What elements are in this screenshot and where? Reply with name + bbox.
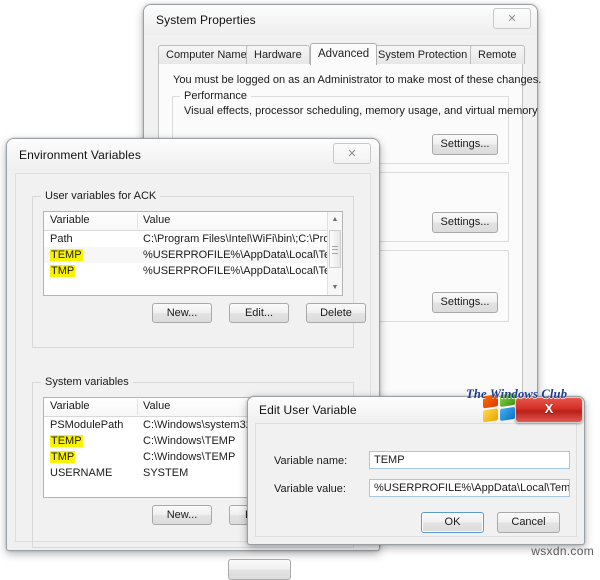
user-variables-header: Variable Value <box>44 212 342 231</box>
highlighted-text: TMP <box>50 265 76 277</box>
user-delete-button[interactable]: Delete <box>306 303 366 323</box>
tab-advanced[interactable]: Advanced <box>310 43 378 65</box>
variable-name: TEMP <box>50 247 83 263</box>
tab-computer-name[interactable]: Computer Name <box>158 45 255 64</box>
column-header-variable[interactable]: Variable <box>50 214 90 226</box>
column-header-value[interactable]: Value <box>143 400 170 412</box>
footer-watermark: wsxdn.com <box>531 544 594 558</box>
edit-user-variable-panel: Variable name: TEMP Variable value: %USE… <box>255 423 577 537</box>
cancel-button[interactable]: Cancel <box>497 512 560 533</box>
user-variables-group: User variables for ACK Variable Value Pa… <box>32 190 366 348</box>
tab-hardware[interactable]: Hardware <box>246 45 310 64</box>
scroll-up-icon[interactable]: ▲ <box>328 213 342 226</box>
performance-group-label: Performance <box>180 90 251 102</box>
variable-value: SYSTEM <box>143 467 189 479</box>
scrollbar-grip <box>332 246 338 254</box>
variable-value-input[interactable]: %USERPROFILE%\AppData\Local\Temp <box>369 479 570 497</box>
system-properties-titlebar[interactable]: System Properties ✕ <box>144 5 537 35</box>
variable-name: PSModulePath <box>50 419 124 431</box>
startup-recovery-settings-button[interactable]: Settings... <box>432 292 498 313</box>
user-profiles-settings-button[interactable]: Settings... <box>432 212 498 233</box>
variable-value: C:\Program Files\Intel\WiFi\bin\;C:\Prog… <box>143 233 343 245</box>
variable-name: TMP <box>50 449 76 465</box>
environment-variables-title: Environment Variables <box>19 148 141 162</box>
column-divider <box>137 399 138 415</box>
variable-name: USERNAME <box>50 467 113 479</box>
variable-name-input[interactable]: TEMP <box>369 451 570 469</box>
table-row[interactable]: Path C:\Program Files\Intel\WiFi\bin\;C:… <box>44 231 342 247</box>
administrator-note: You must be logged on as an Administrato… <box>173 74 542 86</box>
column-header-value[interactable]: Value <box>143 214 170 226</box>
variable-name: TMP <box>50 263 76 279</box>
close-icon[interactable]: ✕ <box>333 143 371 164</box>
variable-name: Path <box>50 233 73 245</box>
variable-value: %USERPROFILE%\AppData\Local\Temp <box>143 249 343 261</box>
scrollbar-thumb[interactable] <box>329 230 341 268</box>
column-divider <box>137 213 138 229</box>
scroll-down-icon[interactable]: ▼ <box>328 281 342 294</box>
user-variables-rows: Path C:\Program Files\Intel\WiFi\bin\;C:… <box>44 231 342 279</box>
performance-settings-button[interactable]: Settings... <box>432 134 498 155</box>
tab-remote[interactable]: Remote <box>470 45 525 64</box>
user-variables-listview[interactable]: Variable Value Path C:\Program Files\Int… <box>43 211 343 296</box>
table-row[interactable]: TEMP %USERPROFILE%\AppData\Local\Temp <box>44 247 342 263</box>
column-header-variable[interactable]: Variable <box>50 400 90 412</box>
edit-user-variable-titlebar[interactable]: Edit User Variable <box>248 397 584 422</box>
highlighted-text: TMP <box>50 451 76 463</box>
edit-user-variable-window: Edit User Variable Variable name: TEMP V… <box>247 396 585 545</box>
user-edit-button[interactable]: Edit... <box>229 303 289 323</box>
environment-variables-ok-button[interactable] <box>228 559 291 580</box>
tab-system-protection[interactable]: System Protection <box>370 45 476 64</box>
user-variables-group-label: User variables for ACK <box>41 190 161 202</box>
performance-group-description: Visual effects, processor scheduling, me… <box>184 105 538 117</box>
system-properties-title: System Properties <box>156 13 256 27</box>
system-variables-group-label: System variables <box>41 376 133 388</box>
variable-value-label: Variable value: <box>274 483 346 495</box>
highlighted-text: TEMP <box>50 435 83 447</box>
close-icon[interactable]: ✕ <box>493 8 531 29</box>
variable-value: %USERPROFILE%\AppData\Local\Temp <box>143 265 343 277</box>
highlighted-text: TEMP <box>50 249 83 261</box>
variable-value: C:\Windows\TEMP <box>143 451 236 463</box>
system-properties-tabstrip: Computer Name Hardware Advanced System P… <box>158 43 525 65</box>
ok-button[interactable]: OK <box>421 512 484 533</box>
environment-variables-titlebar[interactable]: Environment Variables ✕ <box>7 139 379 171</box>
table-row[interactable]: TMP %USERPROFILE%\AppData\Local\Temp <box>44 263 342 279</box>
variable-value: C:\Windows\TEMP <box>143 435 236 447</box>
variable-name: TEMP <box>50 433 83 449</box>
edit-user-variable-title: Edit User Variable <box>259 403 357 417</box>
user-new-button[interactable]: New... <box>152 303 212 323</box>
variable-value: C:\Windows\system32\V <box>143 419 263 431</box>
system-new-button[interactable]: New... <box>152 505 212 525</box>
variable-name-label: Variable name: <box>274 455 348 467</box>
user-variables-scrollbar[interactable]: ▲ ▼ <box>327 212 342 295</box>
